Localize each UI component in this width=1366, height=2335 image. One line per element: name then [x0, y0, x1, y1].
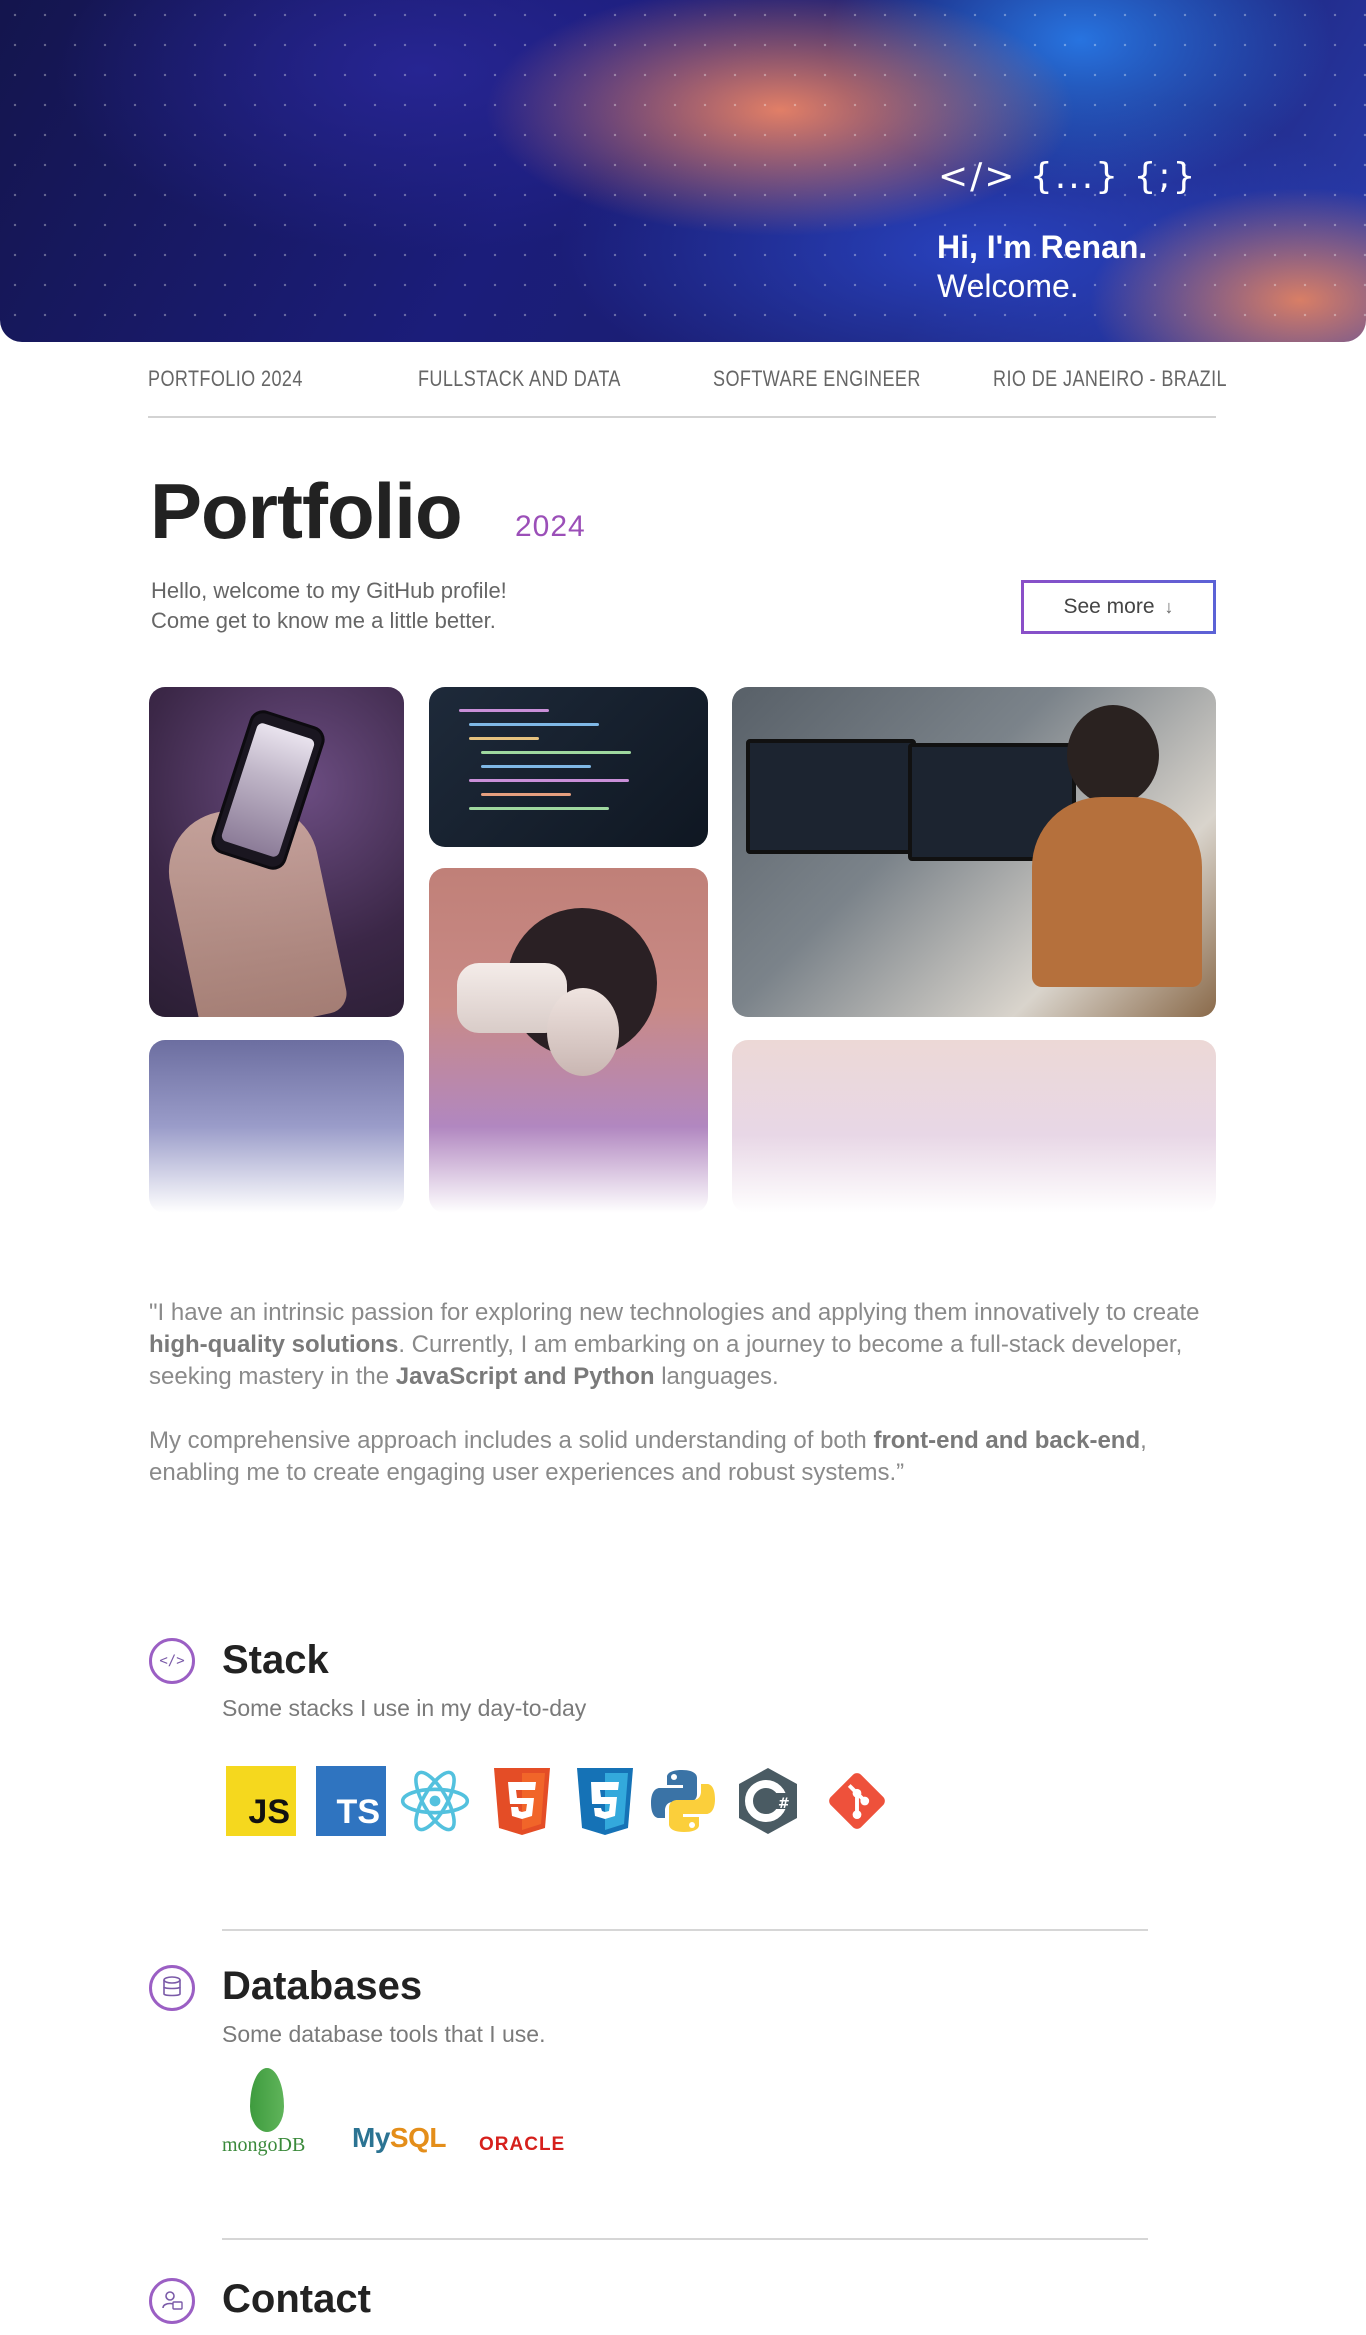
code-icon: </>	[149, 1638, 195, 1684]
gallery-photo-desk	[732, 687, 1216, 1017]
gallery-photo-keyboard	[149, 1040, 404, 1213]
typescript-icon: TS	[316, 1766, 386, 1836]
javascript-icon: JS	[226, 1766, 296, 1836]
gallery-photo-code	[429, 687, 708, 847]
section-divider	[222, 2238, 1148, 2240]
page-title-year: 2024	[515, 510, 586, 543]
see-more-button[interactable]: See more ↓	[1021, 580, 1216, 634]
info-role: FULLSTACK AND DATA	[418, 366, 621, 391]
page-title: Portfolio	[150, 467, 463, 555]
stack-subtitle: Some stacks I use in my day-to-day	[222, 1695, 587, 1721]
arrow-down-icon: ↓	[1164, 596, 1174, 617]
intro-line-2: Come get to know me a little better.	[151, 608, 496, 633]
about-quote: "I have an intrinsic passion for explori…	[149, 1297, 1219, 1489]
info-portfolio: PORTFOLIO 2024	[148, 366, 303, 391]
contact-title: Contact	[222, 2277, 371, 2321]
gallery-photo-sketch	[732, 1040, 1216, 1213]
mongodb-logo-text: mongoDB	[222, 2134, 306, 2156]
svg-text:#: #	[778, 1796, 790, 1812]
react-icon	[400, 1766, 470, 1836]
hero-banner: </> {...} {;} Hi, I'm Renan. Welcome.	[0, 0, 1366, 342]
database-icon	[149, 1965, 195, 2011]
hero-greeting: Hi, I'm Renan.	[937, 229, 1148, 265]
quote-paragraph-2: My comprehensive approach includes a sol…	[149, 1427, 1147, 1486]
see-more-label: See more	[1063, 595, 1155, 618]
hero-welcome: Welcome.	[937, 268, 1079, 304]
info-bar: PORTFOLIO 2024 FULLSTACK AND DATA SOFTWA…	[148, 364, 1227, 418]
databases-title: Databases	[222, 1964, 423, 2008]
gallery-photo-vr	[429, 868, 708, 1213]
headphone-shape	[547, 988, 619, 1076]
csharp-icon: #	[733, 1766, 803, 1836]
git-icon	[822, 1766, 892, 1836]
info-title: SOFTWARE ENGINEER	[713, 366, 921, 391]
quote-paragraph-1: "I have an intrinsic passion for explori…	[149, 1299, 1200, 1390]
databases-subtitle: Some database tools that I use.	[222, 2021, 546, 2047]
hero-code-symbols: </> {...} {;}	[938, 156, 1198, 197]
intro-text: Hello, welcome to my GitHub profile! Com…	[151, 576, 751, 636]
intro-line-1: Hello, welcome to my GitHub profile!	[151, 578, 507, 603]
mysql-logo: MySQL	[352, 2122, 446, 2153]
stack-title: Stack	[222, 1638, 329, 1682]
mongodb-leaf-icon	[250, 2068, 284, 2132]
oracle-logo: ORACLE	[479, 2134, 566, 2155]
info-location: RIO DE JANEIRO - BRAZIL	[993, 366, 1227, 391]
python-icon	[648, 1766, 718, 1836]
gallery-photo-phone	[149, 687, 404, 1017]
contact-icon	[149, 2278, 195, 2324]
css3-icon	[570, 1766, 640, 1836]
html5-icon	[487, 1766, 557, 1836]
section-divider	[222, 1929, 1148, 1931]
